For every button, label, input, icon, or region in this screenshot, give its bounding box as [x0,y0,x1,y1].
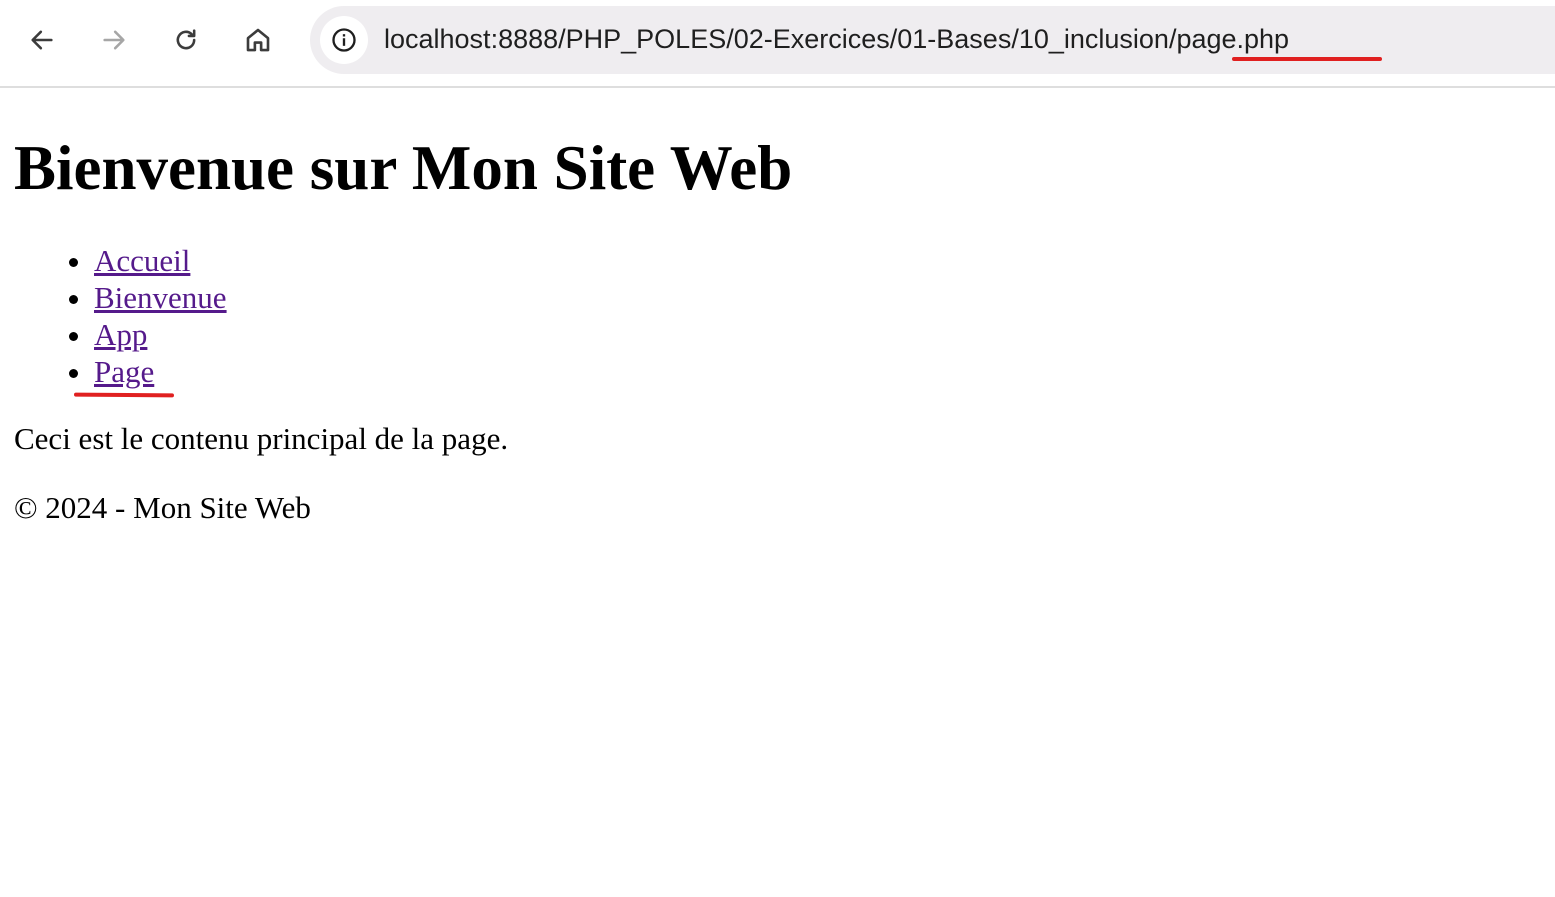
nav-item-app: App [94,316,1534,353]
nav-link-app[interactable]: App [94,317,147,352]
nav-item-page: Page [94,353,1534,390]
address-bar[interactable]: localhost:8888/PHP_POLES/02-Exercices/01… [310,6,1555,74]
nav-item-bienvenue: Bienvenue [94,279,1534,316]
home-button[interactable] [236,18,280,62]
back-button[interactable] [20,18,64,62]
browser-toolbar: localhost:8888/PHP_POLES/02-Exercices/01… [0,0,1555,88]
url-highlight-annotation [1232,57,1382,61]
footer-text: © 2024 - Mon Site Web [14,490,311,525]
arrow-right-icon [103,30,125,50]
page-content: Bienvenue sur Mon Site Web Accueil Bienv… [14,88,1534,526]
site-nav-list: Accueil Bienvenue App Page [14,242,1534,390]
forward-button[interactable] [92,18,136,62]
main-content-text: Ceci est le contenu principal de la page… [14,421,509,456]
arrow-left-icon [31,30,53,50]
reload-button[interactable] [164,18,208,62]
nav-link-page[interactable]: Page [94,354,154,389]
nav-link-accueil[interactable]: Accueil [94,243,190,278]
site-info-button[interactable] [320,16,368,64]
info-circle-icon [332,28,356,52]
home-icon [246,28,270,52]
page-link-highlight-annotation [73,392,175,398]
reload-icon [176,29,196,50]
url-text[interactable]: localhost:8888/PHP_POLES/02-Exercices/01… [384,21,1289,57]
page-title: Bienvenue sur Mon Site Web [14,133,793,203]
nav-item-accueil: Accueil [94,242,1534,279]
nav-link-bienvenue[interactable]: Bienvenue [94,280,227,315]
